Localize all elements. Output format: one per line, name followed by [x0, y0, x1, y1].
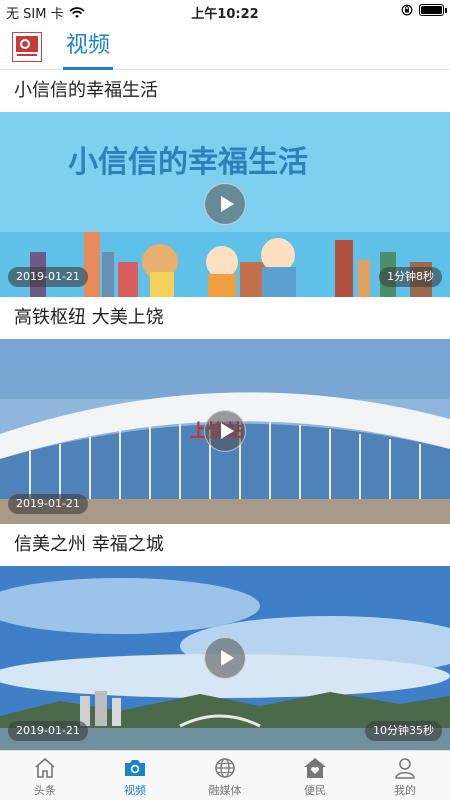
video-title[interactable]: 高铁枢纽 大美上饶 [0, 297, 450, 339]
tab-services[interactable]: 便民 [270, 751, 360, 800]
video-thumbnail[interactable]: 2019-01-21 10分钟35秒 [0, 566, 450, 750]
video-title[interactable]: 小信信的幸福生活 [0, 70, 450, 112]
date-badge: 2019-01-21 [8, 721, 88, 741]
video-card[interactable]: 信美之州 幸福之城 2019-01-21 10分钟35秒 [0, 524, 450, 750]
tab-label: 头条 [34, 784, 56, 797]
status-bar: 无 SIM 卡 上午10:22 [0, 0, 450, 22]
tab-headlines[interactable]: 头条 [0, 751, 90, 800]
header: 视频 [0, 22, 450, 70]
tab-label: 便民 [304, 784, 326, 797]
app-logo [12, 32, 42, 62]
video-card[interactable]: 高铁枢纽 大美上饶 上饶站 2019-0 [0, 297, 450, 524]
play-button[interactable] [204, 183, 246, 225]
banner-text: 小信信的幸福生活 [68, 145, 308, 180]
tab-label: 融媒体 [208, 784, 242, 797]
video-thumbnail[interactable]: 上饶站 2019-01-21 [0, 339, 450, 524]
video-card[interactable]: 小信信的幸福生活 小信信的幸福生活 2019-01-21 1分钟8秒 [0, 70, 450, 297]
bottom-tab-bar: 头条 视频 融媒体 便民 我的 [0, 750, 450, 800]
status-right [401, 4, 447, 16]
play-button[interactable] [204, 637, 246, 679]
battery-icon [419, 4, 447, 16]
video-title[interactable]: 信美之州 幸福之城 [0, 524, 450, 566]
tab-label: 视频 [124, 784, 146, 797]
status-time: 上午10:22 [191, 7, 259, 22]
duration-badge: 1分钟8秒 [379, 267, 442, 287]
tab-video[interactable]: 视频 [63, 28, 114, 70]
play-button[interactable] [204, 410, 246, 452]
tab-label: 我的 [394, 784, 416, 797]
tab-media[interactable]: 融媒体 [180, 751, 270, 800]
house-heart-icon [304, 758, 326, 778]
home-icon [35, 757, 55, 778]
tab-mine[interactable]: 我的 [360, 751, 450, 800]
date-badge: 2019-01-21 [8, 267, 88, 287]
camera-icon [125, 760, 145, 776]
duration-badge: 10分钟35秒 [365, 721, 442, 741]
video-feed[interactable]: 小信信的幸福生活 小信信的幸福生活 2019-01-21 1分钟8秒 高铁枢纽 … [0, 70, 450, 750]
user-icon [395, 758, 415, 779]
orientation-lock-icon [401, 4, 413, 16]
video-thumbnail[interactable]: 小信信的幸福生活 2019-01-21 1分钟8秒 [0, 112, 450, 297]
date-badge: 2019-01-21 [8, 494, 88, 514]
tab-video[interactable]: 视频 [90, 751, 180, 800]
globe-icon [215, 758, 235, 778]
